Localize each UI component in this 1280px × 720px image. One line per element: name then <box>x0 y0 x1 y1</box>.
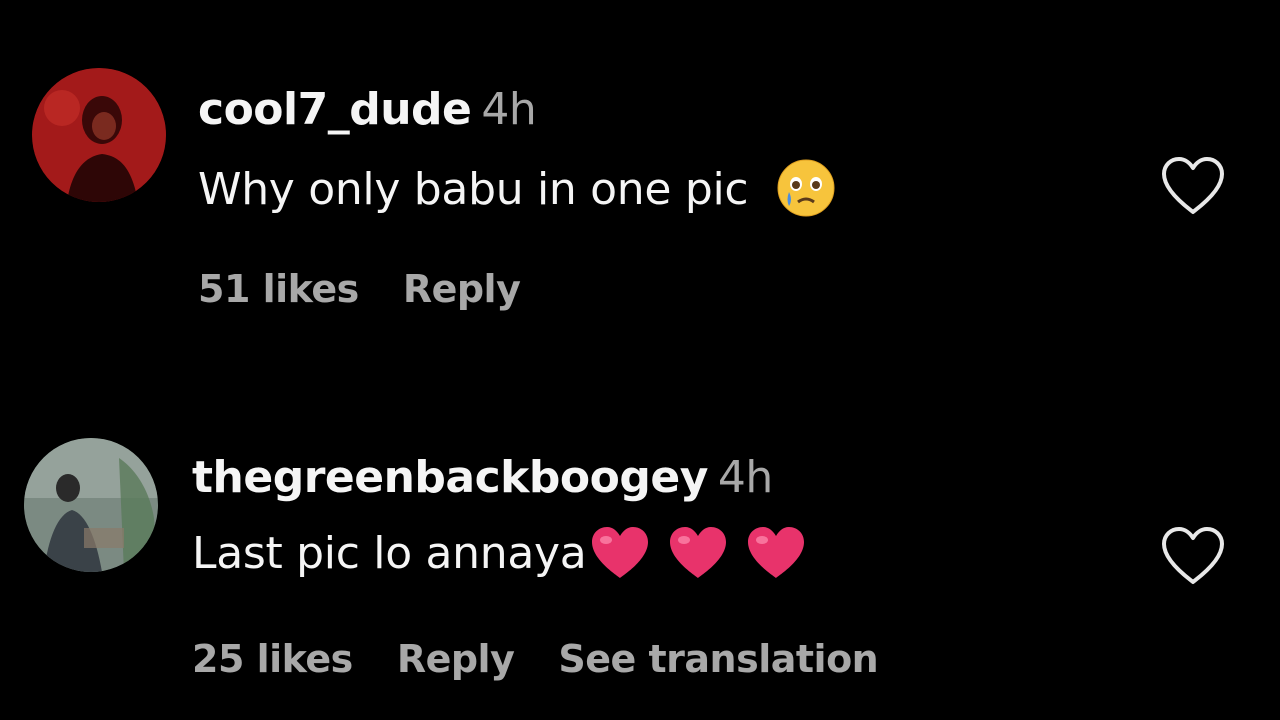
timestamp[interactable]: 4h <box>481 84 536 135</box>
likes-count[interactable]: 25 likes <box>192 637 353 681</box>
heart-outline-icon <box>1162 157 1224 214</box>
avatar-image <box>32 68 166 202</box>
username[interactable]: thegreenbackboogey <box>192 452 708 503</box>
heart-emoji-icon <box>730 524 808 588</box>
comment-body: Why only babu in one pic <box>198 164 749 215</box>
avatar[interactable] <box>24 438 158 572</box>
username[interactable]: cool7_dude <box>198 84 472 135</box>
like-button[interactable] <box>1158 154 1228 218</box>
reply-button[interactable]: Reply <box>403 267 521 311</box>
avatar[interactable] <box>32 68 166 202</box>
comment-meta: 51 likes Reply <box>198 266 564 312</box>
heart-emoji-icon <box>586 524 652 588</box>
see-translation-button[interactable]: See translation <box>558 637 878 681</box>
comment-text: Why only babu in one pic <box>198 158 836 226</box>
comment-header: cool7_dude 4h <box>198 84 537 136</box>
comment-header: thegreenbackboogey 4h <box>192 452 773 504</box>
heart-emoji-icon <box>652 524 730 588</box>
like-button[interactable] <box>1158 524 1228 588</box>
avatar-image <box>24 438 158 572</box>
heart-outline-icon <box>1162 527 1224 584</box>
crying-face-emoji-icon <box>762 158 836 226</box>
reply-button[interactable]: Reply <box>397 637 515 681</box>
comment-meta: 25 likes Reply See translation <box>192 636 922 682</box>
comment-text: Last pic lo annaya <box>192 524 808 588</box>
timestamp[interactable]: 4h <box>718 452 773 503</box>
comment-body: Last pic lo annaya <box>192 528 587 579</box>
likes-count[interactable]: 51 likes <box>198 267 359 311</box>
